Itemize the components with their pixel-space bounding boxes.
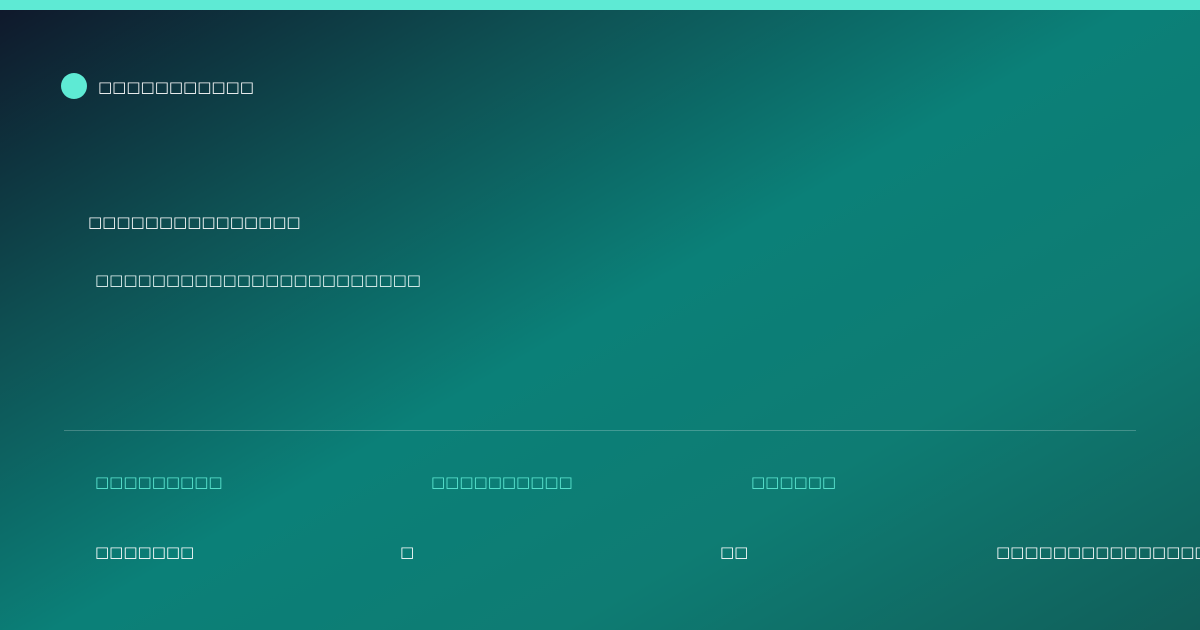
brand-name: □□□□□□□□□□□ bbox=[98, 78, 254, 96]
hero-subheadline: □□□□□□□□□□□□□□□□□□□□□□□ bbox=[95, 271, 421, 289]
stat-label-3: □□□□□□ bbox=[751, 473, 837, 491]
stat-label-1: □□□□□□□□□ bbox=[95, 473, 223, 491]
hero-headline: □□□□□□□□□□□□□□□ bbox=[88, 213, 301, 231]
stat-value-1: □□□□□□□ bbox=[95, 543, 195, 561]
stat-value-2: □ bbox=[400, 543, 415, 561]
stat-value-3: □□ bbox=[720, 543, 749, 561]
footer-note: □□□□□□□□□□□□□□□ bbox=[996, 543, 1200, 561]
top-accent-bar bbox=[0, 0, 1200, 10]
stat-label-2: □□□□□□□□□□ bbox=[431, 473, 573, 491]
section-divider bbox=[64, 430, 1136, 431]
brand-dot-icon bbox=[61, 73, 87, 99]
